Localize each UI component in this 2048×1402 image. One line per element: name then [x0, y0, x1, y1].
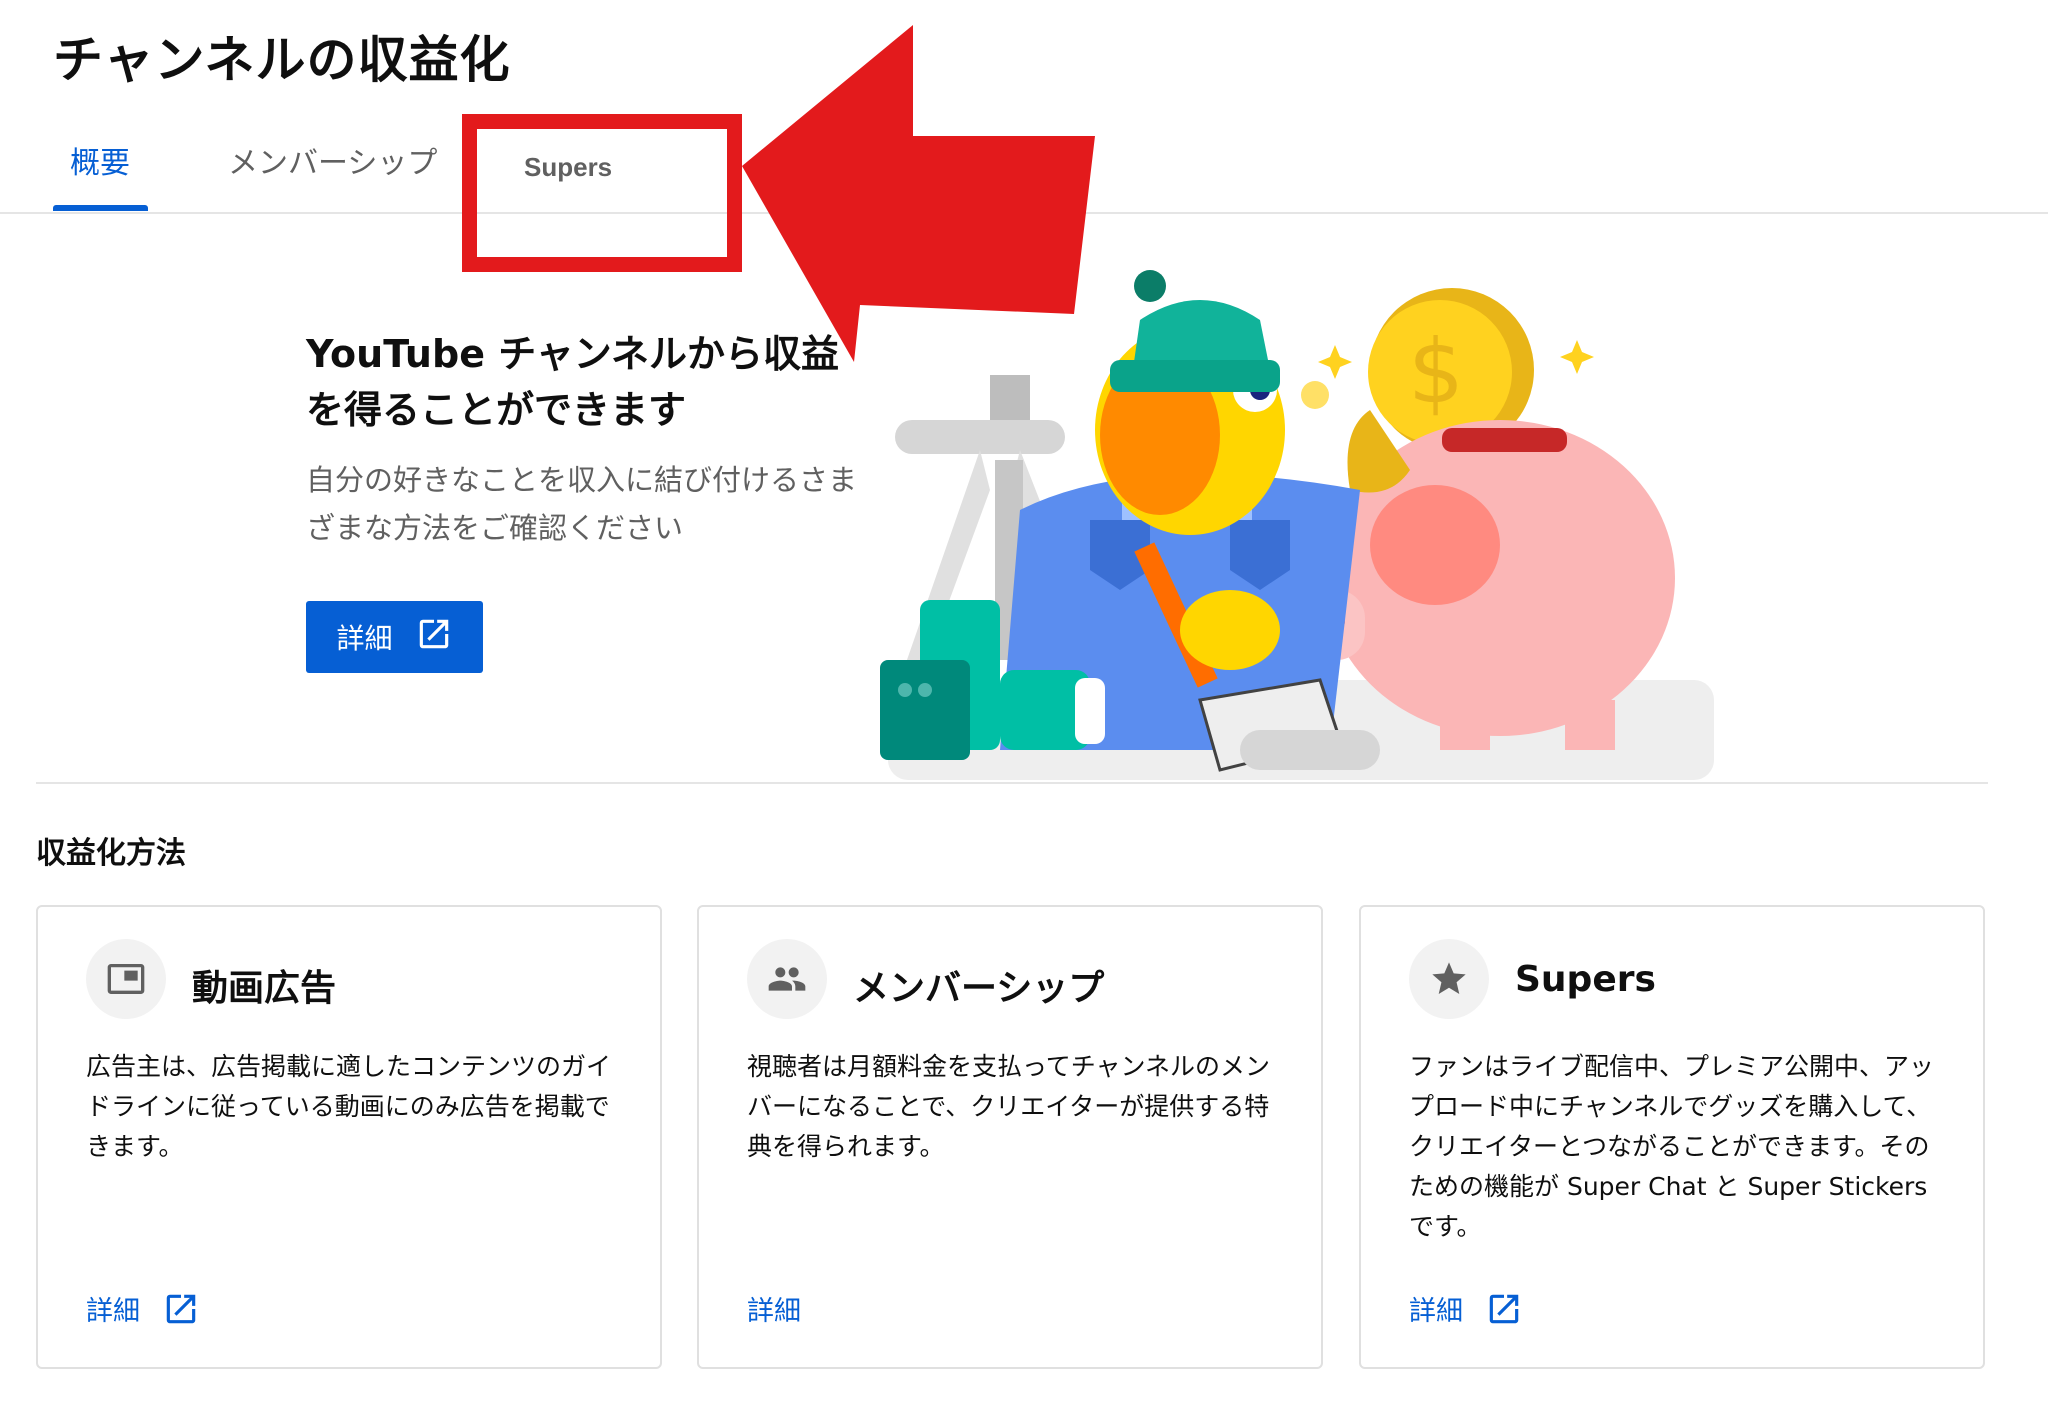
external-link-icon	[166, 1294, 196, 1323]
card-video-ads: 動画広告 広告主は、広告掲載に適したコンテンツのガイドラインに従っている動画にの…	[36, 905, 662, 1369]
monetization-illustration: $	[880, 270, 1714, 780]
section-title: 収益化方法	[36, 836, 186, 871]
hero-subtitle: 自分の好きなことを収入に結び付けるさまざまな方法をご確認ください	[306, 463, 858, 545]
external-link-icon	[1489, 1294, 1519, 1323]
hero-title: YouTube チャンネルから収益を得ることができます	[306, 332, 840, 432]
video-ad-icon	[86, 939, 166, 1019]
card-title: 動画広告	[192, 968, 337, 1009]
card-title: メンバーシップ	[853, 968, 1105, 1009]
card-title: Supers	[1515, 959, 1656, 1000]
card-link-label: 詳細	[747, 1296, 801, 1327]
hero-divider	[36, 782, 1988, 784]
hero-details-label: 詳細	[336, 622, 393, 655]
card-details-link[interactable]: 詳細	[747, 1289, 801, 1328]
card-membership: メンバーシップ 視聴者は月額料金を支払ってチャンネルのメンバーになることで、クリ…	[697, 905, 1323, 1369]
card-description: 広告主は、広告掲載に適したコンテンツのガイドラインに従っている動画にのみ広告を掲…	[86, 1052, 612, 1161]
card-description: ファンはライブ配信中、プレミア公開中、アップロード中にチャンネルでグッズを購入し…	[1409, 1052, 1935, 1241]
external-link-icon	[415, 615, 453, 660]
svg-text:$: $	[1408, 320, 1464, 423]
card-link-label: 詳細	[86, 1296, 140, 1327]
card-supers: Supers ファンはライブ配信中、プレミア公開中、アップロード中にチャンネルで…	[1359, 905, 1985, 1369]
card-details-link[interactable]: 詳細	[86, 1289, 200, 1328]
hero-details-button[interactable]: 詳細	[306, 601, 483, 673]
card-details-link[interactable]: 詳細	[1409, 1289, 1523, 1328]
card-description: 視聴者は月額料金を支払ってチャンネルのメンバーになることで、クリエイターが提供す…	[747, 1052, 1271, 1161]
star-icon	[1409, 939, 1489, 1019]
card-link-label: 詳細	[1409, 1296, 1463, 1327]
people-icon	[747, 939, 827, 1019]
